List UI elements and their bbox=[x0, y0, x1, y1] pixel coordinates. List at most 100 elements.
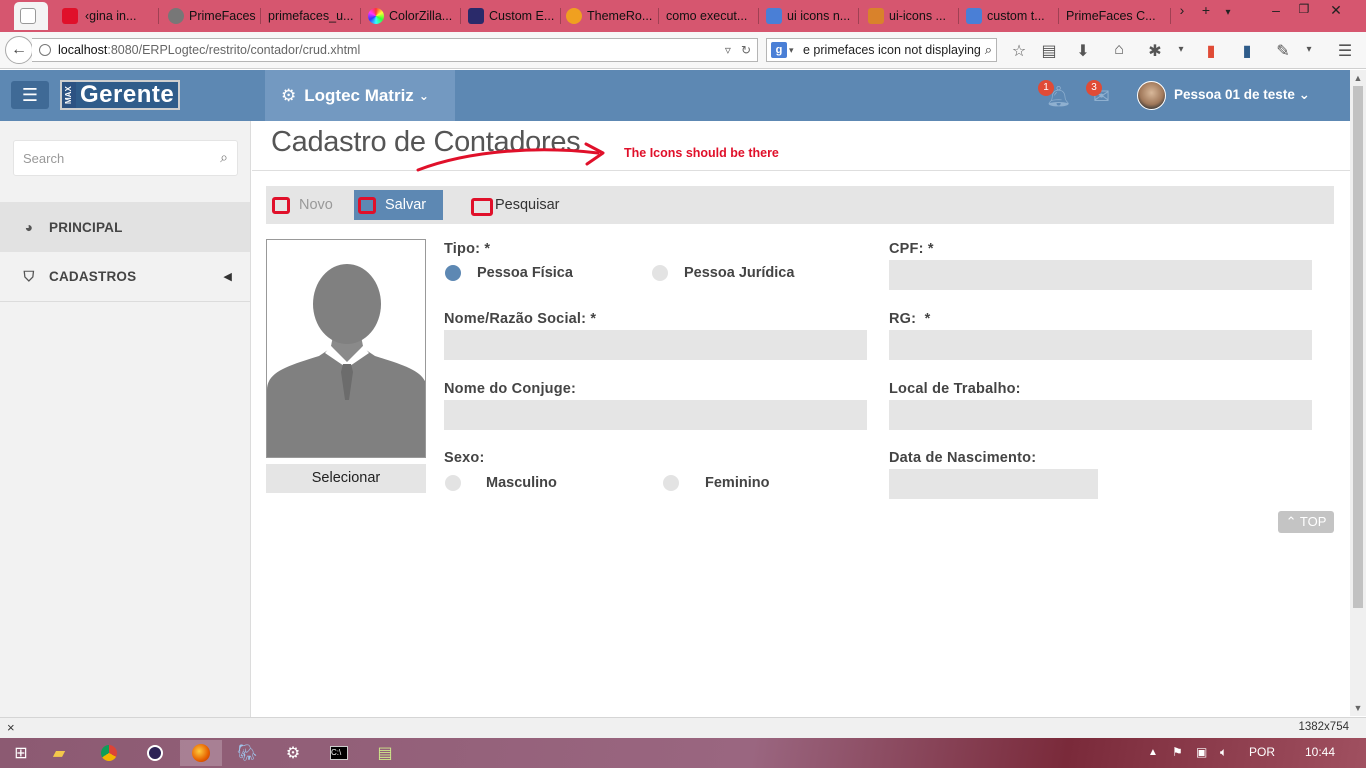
selecionar-button[interactable]: Selecionar bbox=[266, 464, 426, 493]
scrollbar-thumb[interactable] bbox=[1353, 86, 1363, 608]
search-icon[interactable]: ⌕ bbox=[220, 149, 228, 166]
salvar-button[interactable]: Salvar bbox=[354, 190, 443, 220]
restore-icon[interactable]: ❐ bbox=[1290, 2, 1318, 16]
scroll-up-icon[interactable]: ▲ bbox=[1350, 73, 1366, 83]
radio-button[interactable] bbox=[445, 475, 461, 491]
radio-button-checked[interactable] bbox=[445, 265, 461, 281]
dropdown-icon[interactable]: ▿ bbox=[725, 43, 731, 57]
volume-icon[interactable]: 🔈︎ bbox=[1220, 745, 1227, 760]
browser-tab[interactable]: PrimeFaces C... bbox=[1060, 2, 1164, 30]
reading-list-icon[interactable]: ▤ bbox=[1038, 41, 1060, 61]
settings-app-icon[interactable]: ⚙ bbox=[272, 740, 314, 766]
browser-tab[interactable]: ThemeRo... bbox=[560, 2, 660, 30]
radio-button[interactable] bbox=[652, 265, 668, 281]
colorzilla-icon bbox=[368, 8, 384, 24]
chevron-down-icon: ▾ bbox=[789, 45, 794, 55]
vertical-scrollbar[interactable]: ▲ ▼ bbox=[1350, 70, 1366, 716]
avatar[interactable] bbox=[1137, 81, 1166, 110]
scroll-down-icon[interactable]: ▼ bbox=[1350, 703, 1366, 713]
sidebar-item-cadastros[interactable]: ⛉ CADASTROS ◀ bbox=[0, 252, 250, 302]
sidebar-item-principal[interactable]: ◕ PRINCIPAL bbox=[0, 202, 250, 252]
chevron-down-icon[interactable]: ▾ bbox=[1298, 44, 1320, 55]
browser-tab-label: custom t... bbox=[987, 9, 1045, 23]
chevron-down-icon[interactable]: ▾ bbox=[1170, 44, 1192, 55]
postgres-icon[interactable]: 🐘︎ bbox=[226, 740, 268, 766]
close-icon[interactable]: × bbox=[7, 720, 15, 735]
browser-tab[interactable]: como execut... bbox=[660, 2, 758, 30]
notepad-icon[interactable]: ▤ bbox=[364, 740, 406, 766]
tray-expand-icon[interactable]: ▲ bbox=[1148, 747, 1158, 758]
arrow-left-icon: ← bbox=[11, 41, 27, 58]
download-icon[interactable]: ⬇ bbox=[1072, 41, 1094, 61]
browser-tab[interactable]: ui-icons ... bbox=[862, 2, 958, 30]
reload-icon[interactable]: ↻ bbox=[741, 43, 751, 57]
network-icon[interactable]: ▣ bbox=[1196, 745, 1207, 759]
browser-tab[interactable]: ui icons n... bbox=[760, 2, 856, 30]
browser-tab-active[interactable] bbox=[14, 2, 48, 30]
extension-icon[interactable]: ▮ bbox=[1200, 41, 1222, 61]
google-icon bbox=[766, 8, 782, 24]
stackoverflow-icon bbox=[868, 8, 884, 24]
novo-button[interactable]: Novo bbox=[272, 186, 333, 224]
file-explorer-icon[interactable]: ▰ bbox=[38, 740, 80, 766]
novo-label: Novo bbox=[299, 197, 333, 213]
google-icon: g bbox=[771, 42, 787, 58]
eclipse-icon[interactable] bbox=[134, 740, 176, 766]
browser-tab[interactable]: custom t... bbox=[960, 2, 1056, 30]
company-selector[interactable]: ⚙ Logtec Matriz ⌄ bbox=[265, 70, 455, 121]
pesquisar-button[interactable]: Pesquisar bbox=[471, 186, 559, 224]
radio-masculino[interactable]: Masculino bbox=[445, 475, 557, 491]
tools-icon[interactable]: ✎ bbox=[1272, 41, 1294, 61]
messages-badge: 3 bbox=[1086, 80, 1102, 96]
browser-search-box[interactable]: g ▾ e primefaces icon not displaying ⌕ bbox=[766, 38, 997, 62]
browser-tab-label: ui icons n... bbox=[787, 9, 851, 23]
app-logo[interactable]: MAX Gerente bbox=[60, 80, 180, 110]
tab-divider bbox=[460, 8, 461, 24]
rg-field[interactable] bbox=[889, 330, 1312, 360]
user-menu[interactable]: Pessoa 01 de teste ⌄ bbox=[1174, 87, 1310, 103]
command-prompt-icon[interactable]: C:\ bbox=[318, 740, 360, 766]
url-bar[interactable]: localhost:8080/ERPLogtec/restrito/contad… bbox=[32, 38, 758, 62]
browser-tab[interactable]: ColorZilla... bbox=[362, 2, 458, 30]
primefaces-icon bbox=[168, 8, 184, 24]
close-window-icon[interactable]: ✕ bbox=[1322, 2, 1350, 19]
tab-list-icon[interactable]: ▾ bbox=[1214, 7, 1242, 18]
cpf-field[interactable] bbox=[889, 260, 1312, 290]
minimize-icon[interactable]: – bbox=[1262, 2, 1290, 18]
radio-pessoa-juridica[interactable]: Pessoa Jurídica bbox=[652, 265, 794, 281]
back-button[interactable]: ← bbox=[5, 36, 33, 64]
browser-tab[interactable]: PrimeFaces bbox=[162, 2, 258, 30]
nascimento-field[interactable] bbox=[889, 469, 1098, 499]
browser-tab-label: como execut... bbox=[666, 9, 748, 23]
hamburger-menu-icon[interactable]: ☰ bbox=[1334, 41, 1356, 61]
windows-start-icon[interactable]: ⊞ bbox=[0, 740, 42, 766]
chrome-icon[interactable] bbox=[88, 740, 130, 766]
browser-tab[interactable]: Custom E... bbox=[462, 2, 558, 30]
language-indicator[interactable]: POR bbox=[1249, 745, 1275, 759]
nascimento-label: Data de Nascimento: bbox=[889, 450, 1037, 466]
menu-toggle-button[interactable]: ☰ bbox=[11, 81, 49, 109]
home-icon[interactable]: ⌂ bbox=[1108, 41, 1130, 59]
firefox-icon[interactable] bbox=[180, 740, 222, 766]
browser-tab[interactable]: ‹ gina in... bbox=[56, 2, 150, 30]
browser-tab[interactable]: primefaces_u... bbox=[262, 2, 360, 30]
radio-pessoa-fisica[interactable]: Pessoa Física bbox=[445, 265, 573, 281]
radio-label: Pessoa Física bbox=[477, 265, 573, 281]
nome-field[interactable] bbox=[444, 330, 867, 360]
firebug-icon[interactable]: ✱ bbox=[1144, 41, 1166, 61]
search-input[interactable] bbox=[14, 141, 204, 175]
trabalho-field[interactable] bbox=[889, 400, 1312, 430]
radio-button[interactable] bbox=[663, 475, 679, 491]
clock[interactable]: 10:44 bbox=[1305, 745, 1335, 759]
extension-icon[interactable]: ▮ bbox=[1236, 41, 1258, 61]
conjuge-field[interactable] bbox=[444, 400, 867, 430]
search-icon[interactable]: ⌕ bbox=[985, 39, 992, 61]
tab-divider bbox=[658, 8, 659, 24]
scroll-top-button[interactable]: ⌃ TOP bbox=[1278, 511, 1334, 533]
flag-icon[interactable]: ⚑ bbox=[1172, 745, 1183, 759]
radio-feminino[interactable]: Feminino bbox=[663, 475, 769, 491]
tab-divider bbox=[958, 8, 959, 24]
missing-icon-placeholder bbox=[358, 196, 376, 214]
tipo-label: Tipo: * bbox=[444, 241, 491, 257]
bookmark-star-icon[interactable]: ☆ bbox=[1008, 41, 1030, 61]
